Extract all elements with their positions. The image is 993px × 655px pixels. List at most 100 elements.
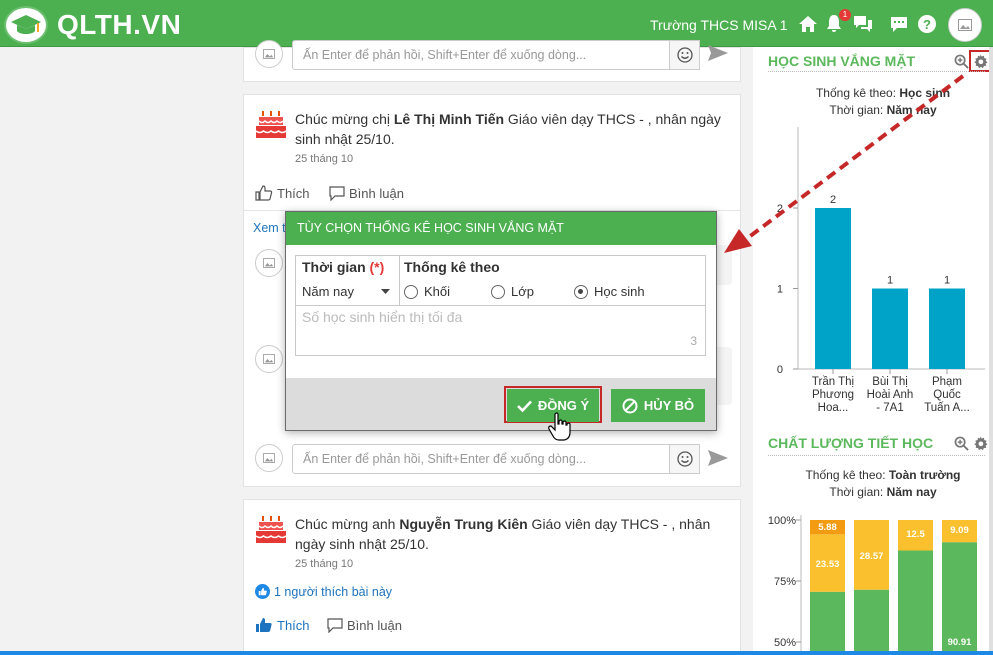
radio-icon	[404, 284, 418, 299]
message-icon[interactable]	[888, 13, 910, 35]
send-icon[interactable]	[707, 44, 729, 65]
x-tick-label: Hoài Anh	[867, 389, 914, 401]
absent-panel: HỌC SINH VẮNG MẶT Thống kê theo: Học sin…	[753, 47, 993, 427]
like-circle-icon	[255, 584, 270, 599]
cancel-button[interactable]: HỦY BỎ	[611, 389, 705, 422]
person-name[interactable]: Lê Thị Minh Tiến	[394, 111, 504, 127]
stacked-bar-segment	[854, 589, 889, 655]
home-icon[interactable]	[797, 13, 819, 35]
birthday-cake-icon	[255, 514, 287, 549]
send-icon[interactable]	[707, 449, 729, 470]
quality-panel-title: CHẤT LƯỢNG TIẾT HỌC	[768, 435, 934, 451]
y-tick-label: 0	[777, 364, 783, 376]
radio-icon	[491, 284, 505, 299]
reply-input[interactable]: Ấn Enter để phản hồi, Shift+Enter để xuố…	[292, 40, 670, 70]
radio-student[interactable]: Học sinh	[574, 284, 645, 299]
bottom-bar	[0, 651, 993, 655]
bar-data-label: 12.5	[906, 529, 925, 540]
bar-data-label: 28.57	[860, 551, 884, 562]
post-date: 25 tháng 10	[295, 558, 354, 570]
bar-data-label: 9.09	[950, 525, 969, 536]
user-avatar[interactable]	[948, 8, 982, 42]
post-text: Chúc mừng anh Nguyễn Trung Kiên Giáo viê…	[295, 516, 711, 552]
max-students-input[interactable]: Số học sinh hiển thị tối đa 3	[295, 306, 706, 356]
like-button[interactable]: Thích	[255, 617, 310, 633]
x-tick-label: Tuấn A...	[924, 402, 970, 414]
x-tick-label: Trần Thị	[812, 376, 854, 388]
x-tick-label: Hoa...	[818, 402, 849, 414]
divider	[768, 71, 985, 72]
quality-stacked-chart: 50% 75% 100% 23.53 5.88 28.57 12.5 90.91 9.09	[768, 515, 977, 655]
image-icon	[263, 258, 275, 268]
bar	[872, 288, 908, 369]
bar-data-label: 2	[830, 194, 836, 206]
radio-class[interactable]: Lớp	[491, 284, 534, 299]
emoji-icon[interactable]	[670, 444, 700, 474]
y-tick-label: 100%	[768, 515, 796, 527]
bar-data-label: 5.88	[818, 522, 837, 533]
zoom-icon[interactable]	[954, 54, 969, 72]
check-icon	[516, 400, 532, 412]
zoom-icon[interactable]	[954, 436, 969, 454]
chat-icon[interactable]	[852, 13, 874, 35]
bar-data-label: 1	[887, 275, 893, 287]
post-card-partial: Ấn Enter để phản hồi, Shift+Enter để xuố…	[243, 40, 741, 82]
y-tick-label: 1	[777, 284, 783, 296]
x-tick-label: Bùi Thị	[872, 376, 908, 388]
bar-data-label: 23.53	[816, 559, 840, 570]
stacked-bar-segment	[810, 591, 845, 655]
stacked-bar-segment	[898, 550, 933, 655]
help-icon[interactable]: ?	[916, 13, 938, 35]
bar-data-label: 90.91	[948, 637, 972, 648]
x-tick-label: Phương	[812, 389, 854, 401]
post-date: 25 tháng 10	[295, 153, 354, 165]
like-button[interactable]: Thích	[255, 185, 310, 201]
image-icon	[263, 49, 275, 59]
time-label: Thời gian (*)	[302, 259, 385, 275]
image-icon	[263, 354, 275, 364]
quality-time: Thời gian: Năm nay	[829, 485, 937, 499]
post-text: Chúc mừng chị Lê Thị Minh Tiến Giáo viên…	[295, 111, 721, 147]
image-icon	[958, 19, 972, 31]
like-count[interactable]: 1 người thích bài này	[255, 584, 392, 599]
x-tick-label: - 7A1	[876, 402, 904, 414]
caret-down-icon	[381, 289, 390, 294]
comment-button[interactable]: Bình luận	[329, 186, 404, 201]
scrollbar[interactable]	[989, 47, 993, 655]
image-icon	[263, 453, 275, 463]
logo[interactable]	[4, 6, 48, 44]
settings-icon[interactable]	[973, 436, 988, 454]
quality-panel: CHẤT LƯỢNG TIẾT HỌC Thống kê theo: Toàn …	[753, 427, 993, 655]
user-thumb	[255, 40, 283, 68]
user-thumb	[255, 249, 283, 277]
dialog-footer: ĐỒNG Ý HỦY BỎ	[286, 378, 716, 430]
comment-icon	[327, 618, 343, 633]
thumbs-up-icon	[256, 618, 272, 632]
brand-name[interactable]: QLTH.VN	[57, 9, 181, 41]
radio-grade[interactable]: Khối	[404, 284, 450, 299]
dialog-title: TÙY CHỌN THỐNG KÊ HỌC SINH VẮNG MẶT	[286, 212, 716, 245]
see-more-link[interactable]: Xem t	[253, 221, 286, 235]
emoji-icon[interactable]	[670, 40, 700, 70]
y-tick-label: 50%	[774, 637, 796, 649]
comment-button[interactable]: Bình luận	[327, 618, 402, 633]
y-tick-label: 75%	[774, 576, 796, 588]
options-table: Thời gian (*) Năm nay Thống kê theo Khối…	[295, 255, 706, 306]
person-name[interactable]: Nguyễn Trung Kiên	[399, 516, 527, 532]
time-select[interactable]: Năm nay	[302, 284, 390, 299]
x-tick-label: Phạm	[932, 376, 962, 388]
post-card: Chúc mừng anh Nguyễn Trung Kiên Giáo viê…	[243, 499, 741, 655]
school-name[interactable]: Trường THCS MISA 1	[650, 17, 788, 33]
settings-icon[interactable]	[969, 50, 991, 72]
absent-bar-chart: 0 1 2 2 Trần ThịPhươngHoa... 1 Bùi ThịHoài Anh…	[777, 127, 985, 414]
user-thumb	[255, 444, 283, 472]
absent-stat-by: Thống kê theo: Học sinh	[815, 86, 951, 100]
absent-panel-title: HỌC SINH VẮNG MẶT	[768, 53, 915, 69]
birthday-cake-icon	[255, 109, 287, 144]
stats-options-dialog: TÙY CHỌN THỐNG KÊ HỌC SINH VẮNG MẶT Thời…	[285, 211, 717, 431]
bar	[929, 288, 965, 369]
svg-text:?: ?	[923, 17, 931, 32]
stat-by-label: Thống kê theo	[404, 259, 500, 275]
radio-checked-icon	[574, 284, 588, 299]
reply-input[interactable]: Ấn Enter để phản hồi, Shift+Enter để xuố…	[292, 444, 670, 474]
